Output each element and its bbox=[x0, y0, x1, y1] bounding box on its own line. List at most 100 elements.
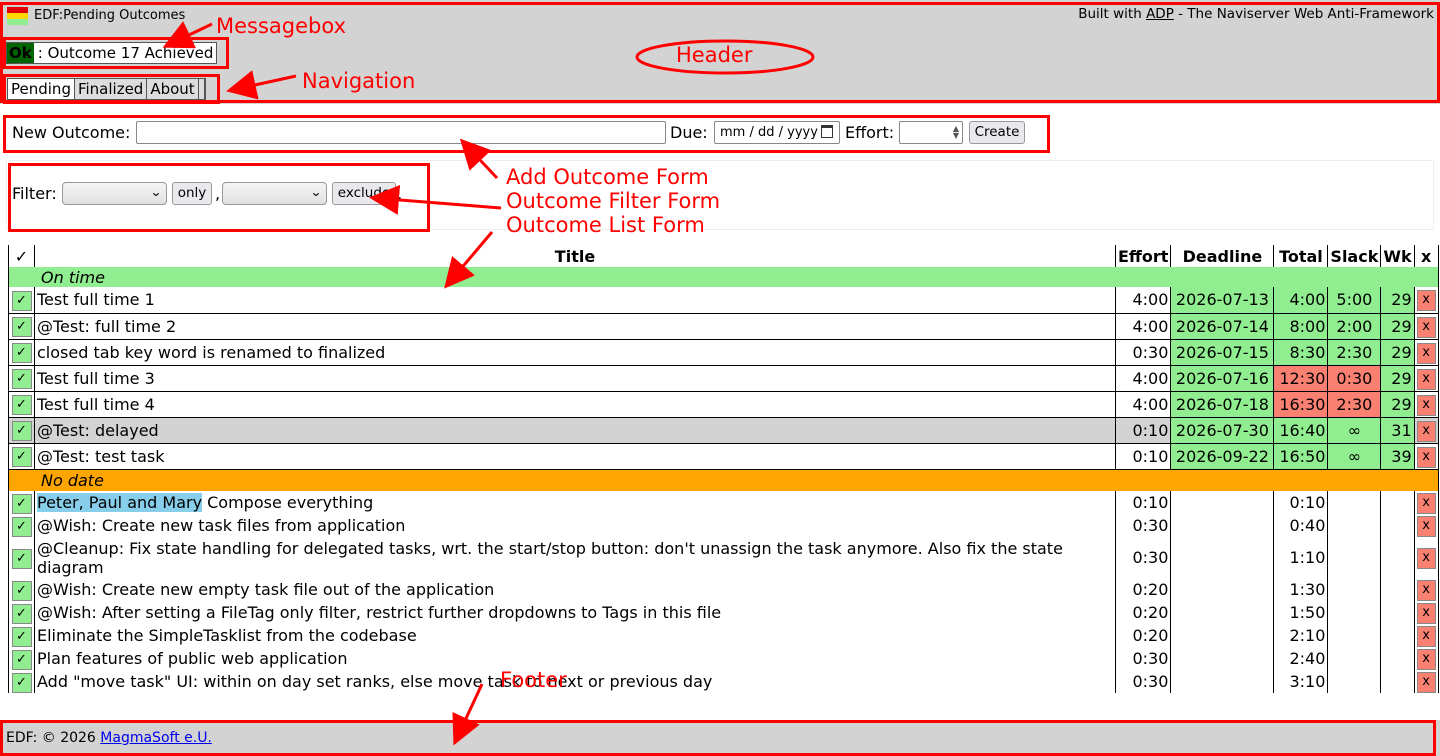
header-slack[interactable]: Slack bbox=[1327, 245, 1382, 267]
tab-finalized[interactable]: Finalized bbox=[75, 79, 148, 99]
title-cell[interactable]: @Wish: Create new empty task file out of… bbox=[34, 578, 1116, 601]
title-cell[interactable]: @Wish: After setting a FileTag only filt… bbox=[34, 601, 1116, 624]
total-cell: 2:10 bbox=[1273, 624, 1329, 647]
title-cell[interactable]: Peter, Paul and Mary Compose everything bbox=[34, 491, 1116, 514]
adp-link[interactable]: ADP bbox=[1146, 6, 1174, 22]
deadline-cell bbox=[1170, 624, 1275, 647]
check-button[interactable]: ✓ bbox=[11, 343, 32, 363]
delete-button[interactable]: x bbox=[1416, 580, 1436, 601]
messagebox: Ok : Outcome 17 Achieved bbox=[6, 42, 218, 64]
header-week[interactable]: Wk bbox=[1380, 245, 1415, 267]
table-row[interactable]: ✓ @Test: delayed 0:10 2026-07-30 16:40 ∞… bbox=[8, 417, 1439, 444]
create-button[interactable]: Create bbox=[969, 121, 1025, 144]
header-total[interactable]: Total bbox=[1273, 245, 1329, 267]
tab-pending[interactable]: Pending bbox=[8, 79, 75, 99]
table-row[interactable]: ✓ @Test: full time 2 4:00 2026-07-14 8:0… bbox=[8, 313, 1439, 340]
effort-cell: 0:30 bbox=[1114, 670, 1172, 693]
delete-button[interactable]: x bbox=[1416, 603, 1436, 624]
effort-cell: 4:00 bbox=[1114, 391, 1172, 418]
title-cell[interactable]: Add "move task" UI: within on day set ra… bbox=[34, 670, 1116, 693]
delete-button[interactable]: x bbox=[1416, 446, 1436, 468]
table-row[interactable]: ✓ Test full time 3 4:00 2026-07-16 12:30… bbox=[8, 365, 1439, 392]
check-button[interactable]: ✓ bbox=[11, 580, 32, 601]
title-cell[interactable]: @Wish: Create new task files from applic… bbox=[34, 514, 1116, 537]
filter-select-exclude[interactable]: ⌄ bbox=[222, 182, 327, 205]
due-date-input[interactable]: mm / dd / yyyy bbox=[714, 121, 840, 144]
delete-button[interactable]: x bbox=[1416, 672, 1436, 693]
delete-button[interactable]: x bbox=[1416, 493, 1436, 514]
delete-button[interactable]: x bbox=[1416, 316, 1436, 338]
title-cell[interactable]: @Test: full time 2 bbox=[34, 313, 1116, 340]
new-outcome-input[interactable] bbox=[136, 121, 666, 144]
filter-select-include[interactable]: ⌄ bbox=[62, 182, 167, 205]
check-button[interactable]: ✓ bbox=[11, 548, 32, 569]
check-button[interactable]: ✓ bbox=[11, 421, 32, 441]
check-button[interactable]: ✓ bbox=[11, 290, 32, 311]
check-cell: ✓ bbox=[8, 624, 35, 647]
calendar-icon[interactable] bbox=[821, 125, 833, 138]
table-row[interactable]: ✓ @Wish: Create new task files from appl… bbox=[8, 514, 1439, 537]
only-button[interactable]: only bbox=[172, 182, 212, 205]
deadline-cell: 2026-07-30 bbox=[1170, 417, 1275, 444]
delete-button[interactable]: x bbox=[1416, 626, 1436, 647]
title-cell[interactable]: Eliminate the SimpleTasklist from the co… bbox=[34, 624, 1116, 647]
week-cell bbox=[1380, 647, 1415, 670]
exclude-button[interactable]: exclude bbox=[332, 182, 396, 205]
check-button[interactable]: ✓ bbox=[11, 369, 32, 389]
check-cell: ✓ bbox=[8, 391, 35, 418]
check-button[interactable]: ✓ bbox=[11, 317, 32, 337]
title-cell[interactable]: @Test: test task bbox=[34, 443, 1116, 470]
header-check[interactable]: ✓ bbox=[8, 245, 35, 267]
tab-about[interactable]: About bbox=[147, 79, 199, 99]
delete-cell: x bbox=[1413, 365, 1439, 392]
table-row[interactable]: ✓ Test full time 1 4:00 2026-07-13 4:00 … bbox=[8, 287, 1439, 314]
table-row[interactable]: ✓ @Test: test task 0:10 2026-09-22 16:50… bbox=[8, 443, 1439, 470]
header-title[interactable]: Title bbox=[34, 245, 1116, 267]
effort-input[interactable]: ▲ ▼ bbox=[899, 121, 963, 144]
check-button[interactable]: ✓ bbox=[11, 649, 32, 670]
table-row[interactable]: ✓ closed tab key word is renamed to fina… bbox=[8, 339, 1439, 366]
delete-button[interactable]: x bbox=[1416, 368, 1436, 390]
check-button[interactable]: ✓ bbox=[11, 395, 32, 415]
delete-button[interactable]: x bbox=[1416, 649, 1436, 670]
slack-cell bbox=[1327, 491, 1382, 514]
check-button[interactable]: ✓ bbox=[11, 493, 32, 514]
week-cell: 39 bbox=[1380, 443, 1415, 470]
table-row[interactable]: ✓ Plan features of public web applicatio… bbox=[8, 647, 1439, 670]
delete-button[interactable]: x bbox=[1416, 420, 1436, 442]
magmasoft-link[interactable]: MagmaSoft e.U. bbox=[100, 730, 212, 746]
annotation-list-form-label: Outcome List Form bbox=[506, 213, 705, 237]
table-row[interactable]: ✓ Eliminate the SimpleTasklist from the … bbox=[8, 624, 1439, 647]
title-cell[interactable]: @Cleanup: Fix state handling for delegat… bbox=[34, 537, 1116, 578]
check-button[interactable]: ✓ bbox=[11, 447, 32, 467]
header-deadline[interactable]: Deadline bbox=[1170, 245, 1275, 267]
table-row[interactable]: ✓ Test full time 4 4:00 2026-07-18 16:30… bbox=[8, 391, 1439, 418]
table-row[interactable]: ✓ @Wish: After setting a FileTag only fi… bbox=[8, 601, 1439, 624]
deadline-cell bbox=[1170, 491, 1275, 514]
title-cell[interactable]: Test full time 1 bbox=[34, 287, 1116, 314]
slack-cell: 2:30 bbox=[1327, 339, 1382, 366]
deadline-cell bbox=[1170, 670, 1275, 693]
header-effort[interactable]: Effort bbox=[1114, 245, 1172, 267]
title-cell[interactable]: Test full time 4 bbox=[34, 391, 1116, 418]
delete-button[interactable]: x bbox=[1416, 290, 1436, 312]
title-cell[interactable]: closed tab key word is renamed to finali… bbox=[34, 339, 1116, 366]
total-cell: 0:10 bbox=[1273, 491, 1329, 514]
delete-button[interactable]: x bbox=[1416, 342, 1436, 364]
table-row[interactable]: ✓ @Cleanup: Fix state handling for deleg… bbox=[8, 537, 1439, 578]
check-button[interactable]: ✓ bbox=[11, 672, 32, 693]
delete-button[interactable]: x bbox=[1416, 394, 1436, 416]
title-cell[interactable]: Plan features of public web application bbox=[34, 647, 1116, 670]
check-button[interactable]: ✓ bbox=[11, 626, 32, 647]
spinner-icon[interactable]: ▲ ▼ bbox=[953, 125, 959, 140]
table-row[interactable]: ✓ Add "move task" UI: within on day set … bbox=[8, 670, 1439, 693]
delete-button[interactable]: x bbox=[1416, 548, 1436, 569]
title-cell[interactable]: Test full time 3 bbox=[34, 365, 1116, 392]
check-button[interactable]: ✓ bbox=[11, 516, 32, 537]
title-cell[interactable]: @Test: delayed bbox=[34, 417, 1116, 444]
table-row[interactable]: ✓ Peter, Paul and Mary Compose everythin… bbox=[8, 491, 1439, 514]
delete-button[interactable]: x bbox=[1416, 516, 1436, 537]
check-button[interactable]: ✓ bbox=[11, 603, 32, 624]
total-cell: 1:10 bbox=[1273, 537, 1329, 578]
table-row[interactable]: ✓ @Wish: Create new empty task file out … bbox=[8, 578, 1439, 601]
